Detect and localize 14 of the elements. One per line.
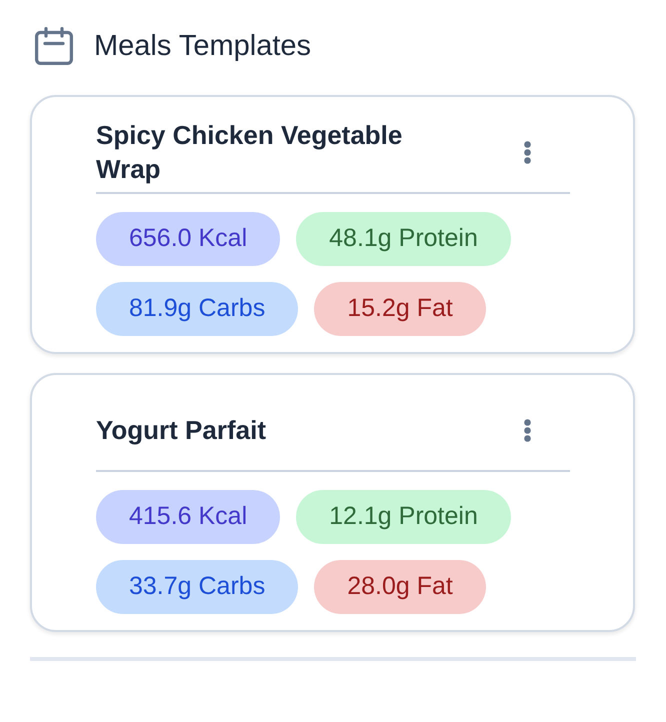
nutrition-chip: 415.6 Kcal xyxy=(96,490,280,544)
nutrition-chip: 33.7g Carbs xyxy=(96,560,298,614)
nutrition-chip: 15.2g Fat xyxy=(314,282,486,336)
more-vertical-icon xyxy=(524,140,530,164)
nutrition-chip: 81.9g Carbs xyxy=(96,282,298,336)
nutrition-chip: 656.0 Kcal xyxy=(96,212,280,266)
meal-name: Spicy Chicken Vegetable Wrap xyxy=(96,119,404,186)
more-vertical-icon xyxy=(524,418,530,442)
meal-name: Yogurt Parfait xyxy=(96,414,267,447)
page-title: Meals Templates xyxy=(94,29,312,64)
nutrition-chip: 12.1g Protein xyxy=(296,490,511,544)
calendar-icon xyxy=(35,27,73,65)
nutrition-chip: 48.1g Protein xyxy=(296,212,511,266)
nutrition-chip: 28.0g Fat xyxy=(314,560,486,614)
